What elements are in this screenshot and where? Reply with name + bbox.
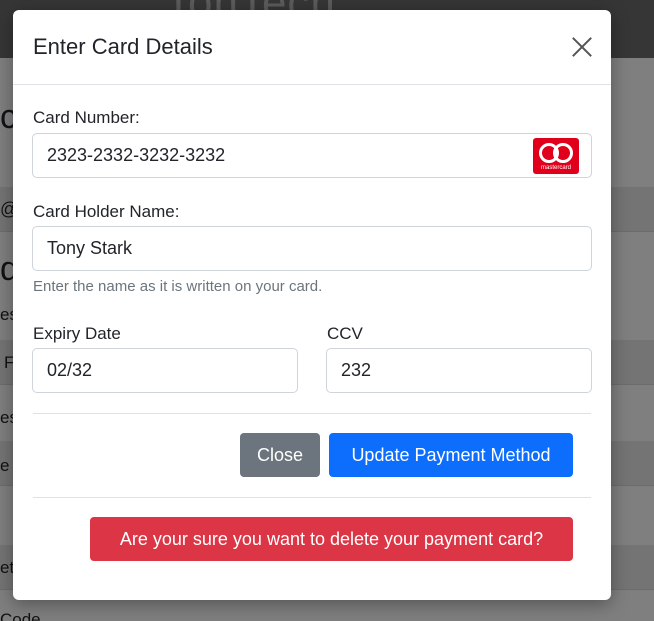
- card-holder-label: Card Holder Name:: [33, 202, 180, 221]
- mastercard-label: mastercard: [540, 165, 571, 171]
- card-holder-input[interactable]: [32, 226, 592, 271]
- modal-header: Enter Card Details: [13, 10, 611, 85]
- ccv-input[interactable]: [326, 348, 592, 393]
- actions-divider: [33, 497, 591, 498]
- expiry-date-input[interactable]: [32, 348, 298, 393]
- update-payment-method-button[interactable]: Update Payment Method: [329, 433, 573, 477]
- close-button[interactable]: Close: [240, 433, 320, 477]
- expiry-date-label: Expiry Date: [33, 324, 121, 343]
- ccv-label: CCV: [327, 324, 363, 343]
- modal-title: Enter Card Details: [33, 34, 213, 59]
- card-number-input[interactable]: [32, 133, 592, 178]
- card-number-label: Card Number:: [33, 108, 140, 127]
- card-details-modal: Enter Card Details Card Number: masterca…: [13, 10, 611, 600]
- close-icon[interactable]: [569, 34, 595, 60]
- card-holder-help-text: Enter the name as it is written on your …: [33, 278, 323, 295]
- delete-payment-card-button[interactable]: Are your sure you want to delete your pa…: [90, 517, 573, 561]
- form-divider: [33, 413, 591, 414]
- mastercard-icon: mastercard: [533, 138, 579, 174]
